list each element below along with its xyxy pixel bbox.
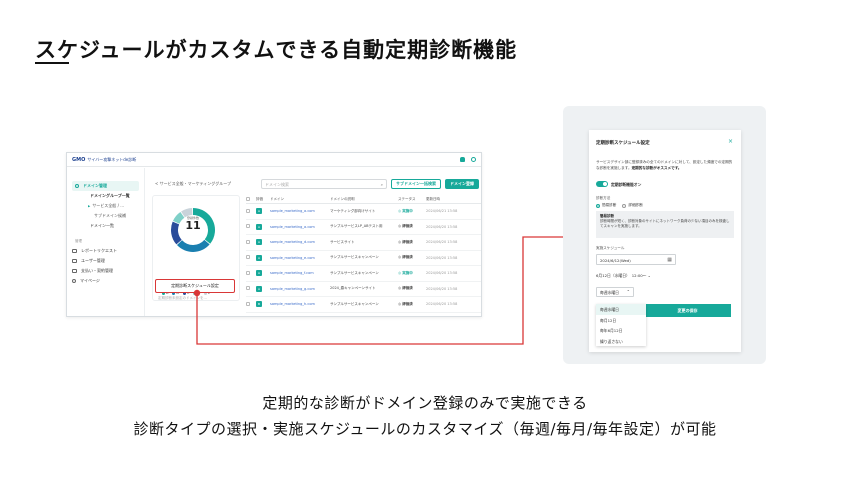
- schedule-settings-panel: 定期診断スケジュール設定 × サービスデザイン部に登録済みの全てのドメインに対し…: [589, 130, 741, 352]
- radio-unselected-icon: [622, 203, 627, 208]
- caption-line-1: 定期的な診断がドメイン登録のみで実施できる: [262, 394, 588, 412]
- calendar-icon[interactable]: ▦: [667, 257, 672, 263]
- date-input[interactable]: 2024/6/12(Wed) ▦: [596, 254, 676, 265]
- radio-simple-scan[interactable]: 簡易診断: [596, 203, 616, 208]
- radio-detailed-scan[interactable]: 詳細診断: [622, 203, 643, 208]
- repeat-select[interactable]: 毎週水曜日 ⌃: [596, 287, 634, 297]
- time-selector[interactable]: 6月12日（水曜日） 12:00～ ⌄: [596, 273, 651, 279]
- chevron-up-icon: ⌃: [626, 289, 630, 294]
- method-radio-group: 簡易診断 詳細診断: [596, 203, 643, 208]
- close-icon[interactable]: ×: [728, 138, 733, 145]
- panel-title: 定期診断スケジュール設定: [596, 141, 650, 146]
- panel-description-emphasis: 定期的な診断がオススメです。: [631, 165, 682, 170]
- repeat-dropdown: 毎週水曜日 毎月12日 毎年6月12日 繰り返さない: [596, 304, 646, 346]
- method-label: 診断方法: [596, 196, 611, 200]
- radio-label: 簡易診断: [602, 203, 617, 207]
- method-info-box: 簡易診断 診断時間が短く、診断対象のサイトにネットワーク負荷の少ない項目のみを検…: [596, 211, 734, 238]
- dropdown-option-weekly[interactable]: 毎週水曜日: [596, 304, 646, 315]
- toggle-label: 定期診断機能オン: [611, 182, 642, 187]
- radio-selected-icon: [596, 203, 600, 208]
- radio-label: 詳細診断: [628, 203, 643, 207]
- caption-line-2: 診断タイプの選択・実施スケジュールのカスタマイズ（毎週/毎月/毎年設定）が可能: [133, 420, 717, 438]
- panel-description: サービスデザイン部に登録済みの全てのドメインに対して、設定した頻度での定期的な診…: [596, 160, 734, 171]
- periodic-scan-toggle[interactable]: [596, 181, 608, 187]
- repeat-value: 毎週水曜日: [600, 290, 619, 295]
- dropdown-option-yearly[interactable]: 毎年6月12日: [596, 325, 646, 336]
- dropdown-option-none[interactable]: 繰り返さない: [596, 336, 646, 347]
- date-value: 2024/6/12(Wed): [600, 258, 631, 263]
- schedule-label: 実施スケジュール: [596, 246, 625, 250]
- dropdown-option-monthly[interactable]: 毎月12日: [596, 315, 646, 326]
- save-changes-button[interactable]: 変更の保存: [644, 304, 731, 317]
- info-text: 診断時間が短く、診断対象のサイトにネットワーク負荷の少ない項目のみを検査してスキ…: [600, 219, 730, 228]
